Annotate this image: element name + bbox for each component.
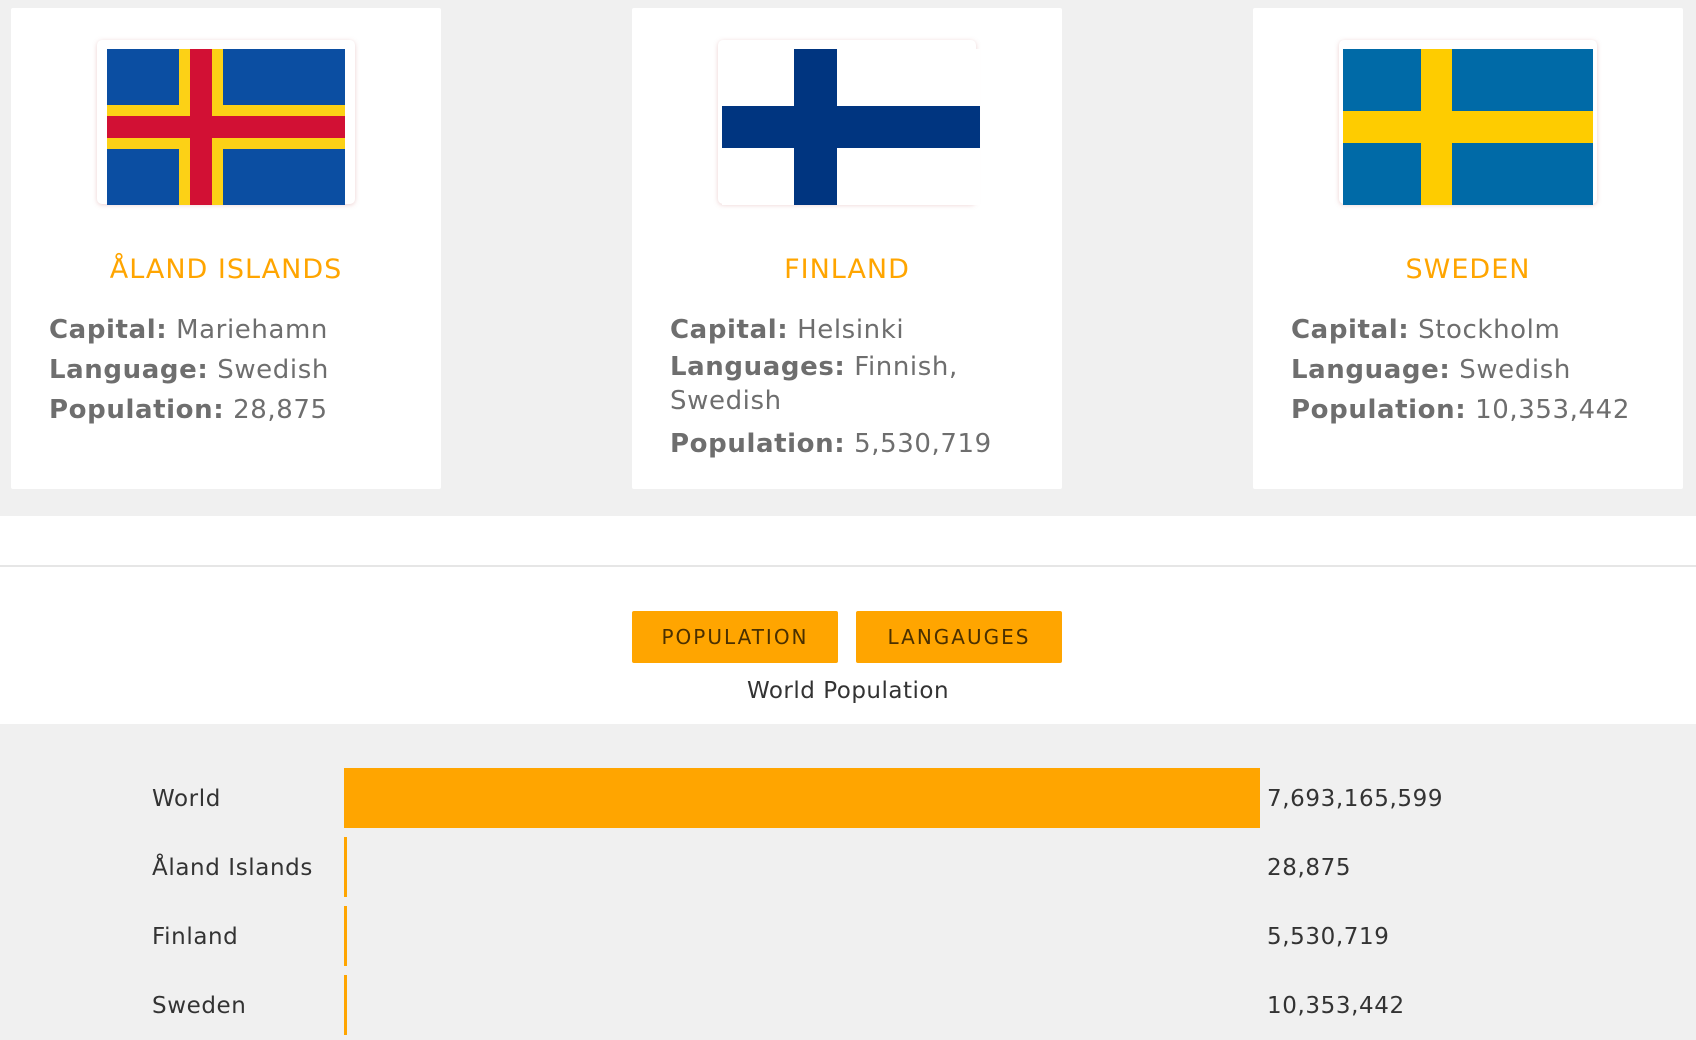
country-name: SWEDEN — [1405, 254, 1531, 285]
sweden-flag-icon — [1343, 49, 1593, 205]
finland-flag-icon — [722, 49, 980, 205]
capital-label: Capital: — [49, 315, 168, 345]
language-value: Swedish — [217, 355, 329, 385]
population-bar — [344, 837, 347, 897]
population-row: Population: 28,875 — [49, 390, 419, 430]
bar-category-label: Åland Islands — [152, 853, 313, 881]
population-value: 10,353,442 — [1475, 395, 1630, 425]
bar-value-label: 7,693,165,599 — [1267, 786, 1443, 812]
sweden-flag-frame — [1339, 40, 1597, 205]
language-label: Language: — [1291, 355, 1451, 385]
bar-category-label: Sweden — [152, 993, 247, 1019]
country-card-aland-islands: ÅLAND ISLANDS Capital: Mariehamn Languag… — [11, 8, 441, 489]
aland-flag-icon — [107, 49, 345, 205]
finland-flag-frame — [718, 40, 980, 205]
population-label: Population: — [1291, 395, 1467, 425]
population-value: 5,530,719 — [854, 429, 992, 459]
population-row: Population: 5,530,719 — [670, 424, 1040, 464]
capital-value: Helsinki — [797, 315, 905, 345]
country-name: FINLAND — [784, 254, 910, 285]
country-info: Capital: Helsinki Languages: Finnish, Sw… — [670, 310, 1040, 464]
country-card-finland: FINLAND Capital: Helsinki Languages: Fin… — [632, 8, 1062, 489]
country-info: Capital: Mariehamn Language: Swedish Pop… — [49, 310, 419, 430]
capital-value: Stockholm — [1418, 315, 1561, 345]
language-row: Language: Swedish — [49, 350, 419, 390]
bar-value-label: 10,353,442 — [1267, 993, 1405, 1019]
capital-value: Mariehamn — [176, 315, 329, 345]
capital-label: Capital: — [1291, 315, 1410, 345]
population-bar — [344, 768, 1260, 828]
population-bar — [344, 906, 347, 966]
language-row: Language: Swedish — [1291, 350, 1661, 390]
population-value: 28,875 — [233, 395, 328, 425]
population-label: Population: — [49, 395, 225, 425]
country-name: ÅLAND ISLANDS — [109, 254, 343, 285]
languages-button[interactable]: LANGAUGES — [856, 611, 1062, 663]
bar-category-label: World — [152, 786, 221, 812]
capital-row: Capital: Mariehamn — [49, 310, 419, 350]
chart-controls-section: POPULATION LANGAUGES World Population — [0, 516, 1696, 724]
country-info: Capital: Stockholm Language: Swedish Pop… — [1291, 310, 1661, 430]
population-label: Population: — [670, 429, 846, 459]
population-chart: World 7,693,165,599 Åland Islands 28,875 Fin… — [0, 724, 1696, 1040]
section-divider — [0, 565, 1696, 567]
country-card-sweden: SWEDEN Capital: Stockholm Language: Swed… — [1253, 8, 1683, 489]
chart-title: World Population — [746, 678, 950, 704]
population-row: Population: 10,353,442 — [1291, 390, 1661, 430]
country-cards-section: ÅLAND ISLANDS Capital: Mariehamn Languag… — [0, 0, 1696, 516]
population-bar-chart: World 7,693,165,599 Åland Islands 28,875 Fin… — [152, 768, 1443, 1035]
language-value: Swedish — [1459, 355, 1571, 385]
capital-label: Capital: — [670, 315, 789, 345]
languages-row: Languages: Finnish, Swedish — [670, 350, 1040, 418]
language-label: Language: — [49, 355, 209, 385]
population-bar — [344, 975, 347, 1035]
capital-row: Capital: Helsinki — [670, 310, 1040, 350]
languages-label: Languages: — [670, 352, 846, 382]
bar-category-label: Finland — [152, 924, 238, 950]
population-button[interactable]: POPULATION — [632, 611, 838, 663]
aland-flag-frame — [97, 40, 355, 205]
bar-value-label: 5,530,719 — [1267, 924, 1389, 950]
capital-row: Capital: Stockholm — [1291, 310, 1661, 350]
bar-value-label: 28,875 — [1267, 855, 1351, 881]
